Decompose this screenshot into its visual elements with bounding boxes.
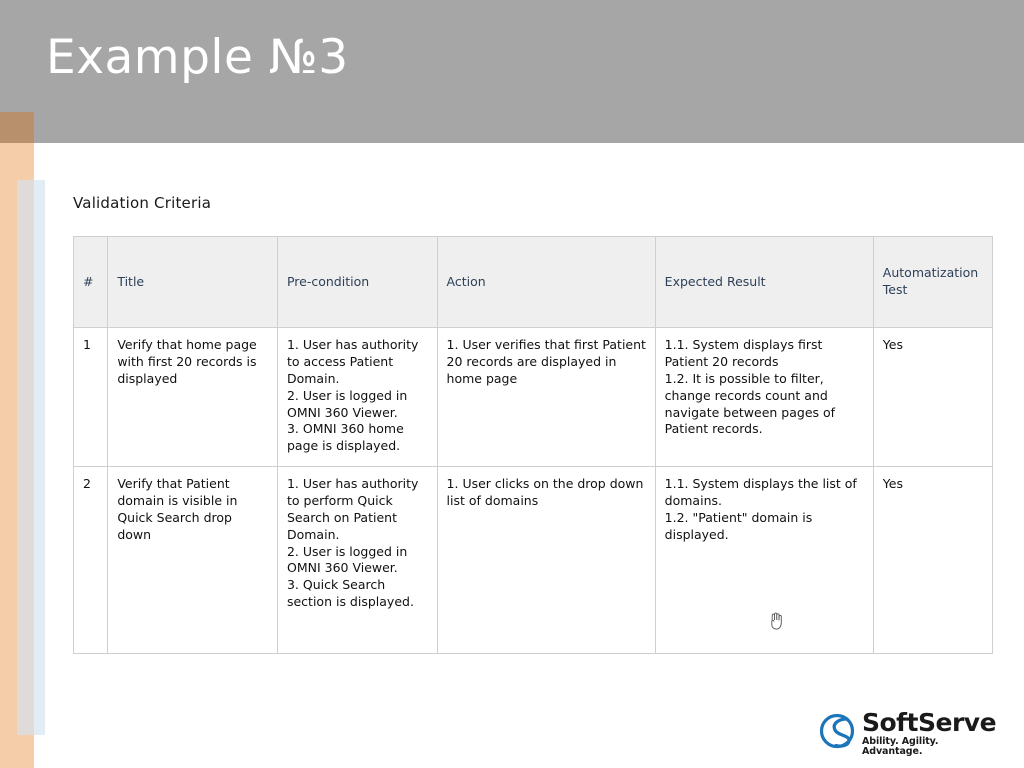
- page-title: Example №3: [46, 30, 349, 85]
- cell-precondition: 1. User has authority to access Patient …: [276, 327, 438, 467]
- cell-expected-result: 1.1. System displays the list of domains…: [654, 466, 874, 654]
- cell-title: Verify that home page with first 20 reco…: [107, 327, 278, 467]
- column-header-precondition: Pre-condition: [276, 236, 438, 328]
- section-label: Validation Criteria: [73, 194, 212, 212]
- cell-automatization-test: Yes: [872, 327, 994, 467]
- column-header-automatization-test: Automatization Test: [872, 236, 994, 328]
- table-row: 1 Verify that home page with first 20 re…: [72, 327, 994, 467]
- table-row: 2 Verify that Patient domain is visible …: [72, 466, 994, 654]
- column-header-number: #: [72, 236, 109, 328]
- softserve-tagline: Ability. Agility. Advantage.: [862, 736, 939, 757]
- cell-action: 1. User clicks on the drop down list of …: [436, 466, 656, 654]
- cell-number: 2: [72, 466, 109, 654]
- softserve-wordmark: SoftServe: [862, 708, 997, 737]
- validation-criteria-table: # Title Pre-condition Action Expected Re…: [72, 236, 994, 654]
- cell-expected-result: 1.1. System displays first Patient 20 re…: [654, 327, 874, 467]
- cell-automatization-test: Yes: [872, 466, 994, 654]
- cell-action: 1. User verifies that first Patient 20 r…: [436, 327, 656, 467]
- column-header-action: Action: [436, 236, 656, 328]
- cell-number: 1: [72, 327, 109, 467]
- accent-bar-blue-edge: [34, 180, 45, 735]
- softserve-s-swirl-icon: [818, 710, 860, 752]
- column-header-expected-result: Expected Result: [654, 236, 874, 328]
- accent-bar-tan: [0, 112, 34, 143]
- cell-precondition: 1. User has authority to perform Quick S…: [276, 466, 438, 654]
- slide-header-band: Example №3: [0, 0, 1024, 143]
- softserve-logo: SoftServe Ability. Agility. Advantage.: [818, 708, 997, 756]
- column-header-title: Title: [107, 236, 278, 328]
- cell-title: Verify that Patient domain is visible in…: [107, 466, 278, 654]
- table-header-row: # Title Pre-condition Action Expected Re…: [72, 236, 994, 328]
